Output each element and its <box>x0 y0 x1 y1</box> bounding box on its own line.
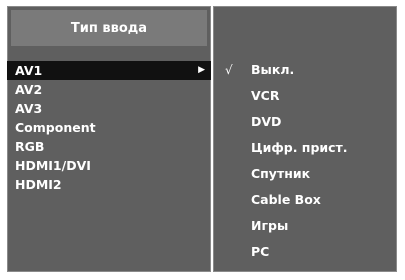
input-item-hdmi2[interactable]: HDMI2 <box>7 175 211 194</box>
label-text: DVD <box>251 114 282 129</box>
submenu-header <box>217 10 393 46</box>
label-item-games[interactable]: Игры <box>213 213 397 239</box>
label-item-digital-settop[interactable]: Цифр. прист. <box>213 135 397 161</box>
label-text: VCR <box>251 88 280 103</box>
panel-title: Тип ввода <box>11 10 207 46</box>
input-label: AV3 <box>15 101 43 116</box>
input-item-component[interactable]: Component <box>7 118 211 137</box>
label-item-satellite[interactable]: Спутник <box>213 161 397 187</box>
input-item-av2[interactable]: AV2 <box>7 80 211 99</box>
input-label: Component <box>15 120 96 135</box>
input-label: RGB <box>15 139 45 154</box>
input-label: HDMI1/DVI <box>15 158 91 173</box>
label-item-cable-box[interactable]: Cable Box <box>213 187 397 213</box>
input-item-hdmi1-dvi[interactable]: HDMI1/DVI <box>7 156 211 175</box>
checkmark-icon: √ <box>225 63 233 77</box>
input-type-panel: Тип ввода AV1 ▶ AV2 AV3 Component RGB HD… <box>7 6 211 272</box>
label-item-off[interactable]: √ Выкл. <box>213 57 397 83</box>
label-item-dvd[interactable]: DVD <box>213 109 397 135</box>
label-item-pc[interactable]: PC <box>213 239 397 265</box>
label-list: √ Выкл. VCR DVD Цифр. прист. Спутник Cab… <box>213 57 397 265</box>
label-text: PC <box>251 244 270 259</box>
input-item-rgb[interactable]: RGB <box>7 137 211 156</box>
triangle-right-icon: ▶ <box>198 65 205 75</box>
label-item-vcr[interactable]: VCR <box>213 83 397 109</box>
input-item-av1[interactable]: AV1 ▶ <box>7 61 211 80</box>
input-label-panel: √ Выкл. VCR DVD Цифр. прист. Спутник Cab… <box>213 6 397 272</box>
input-label: HDMI2 <box>15 177 62 192</box>
input-label: AV1 <box>15 63 43 78</box>
input-list: AV1 ▶ AV2 AV3 Component RGB HDMI1/DVI HD… <box>7 61 211 194</box>
label-text: Спутник <box>251 166 311 181</box>
label-text: Цифр. прист. <box>251 140 348 155</box>
label-text: Игры <box>251 218 289 233</box>
label-text: Cable Box <box>251 192 321 207</box>
input-item-av3[interactable]: AV3 <box>7 99 211 118</box>
input-label: AV2 <box>15 82 43 97</box>
label-text: Выкл. <box>251 62 295 77</box>
